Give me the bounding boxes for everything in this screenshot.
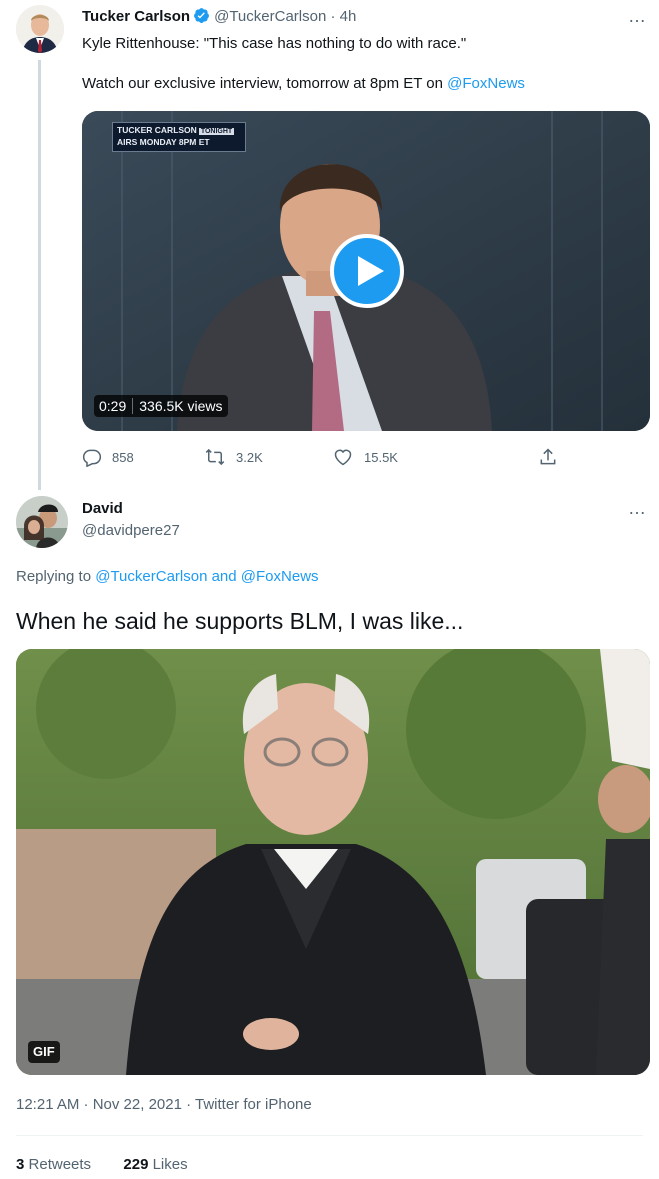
reply-count: 858 — [112, 449, 134, 465]
replying-and: and — [207, 568, 241, 585]
separator: · — [330, 8, 336, 25]
video-player[interactable] — [82, 111, 650, 431]
reply-text: When he said he supports BLM, I was like… — [16, 608, 464, 634]
tweet-text-line-1: Kyle Rittenhouse: "This case has nothing… — [82, 35, 467, 52]
retweet-action[interactable]: 3.2K — [204, 447, 263, 467]
tweet-time[interactable]: 4h — [340, 8, 357, 25]
show-badge: TUCKER CARLSON TONIGHT AIRS MONDAY 8PM ET — [112, 122, 246, 152]
mention-link[interactable]: @FoxNews — [447, 75, 525, 92]
author-name[interactable]: Tucker Carlson — [82, 8, 190, 25]
tucker-avatar-image — [16, 5, 64, 53]
verified-badge-icon — [193, 7, 210, 30]
show-badge-title: TUCKER CARLSON — [117, 125, 197, 135]
retweets-stat[interactable]: 3 Retweets — [16, 1156, 91, 1173]
replying-to: Replying to @TuckerCarlson and @FoxNews — [16, 568, 319, 585]
retweet-total: 3 — [16, 1156, 25, 1173]
like-count: 15.5K — [364, 449, 398, 465]
author-name[interactable]: David — [82, 500, 123, 517]
video-stats-divider — [132, 398, 134, 414]
gif-frame — [16, 649, 650, 1075]
like-action[interactable]: 15.5K — [332, 447, 398, 467]
more-icon[interactable]: … — [628, 6, 647, 27]
show-badge-airs: AIRS MONDAY 8PM ET — [117, 137, 210, 147]
show-badge-tonight: TONIGHT — [198, 128, 235, 135]
gif-media[interactable] — [16, 649, 650, 1075]
share-action[interactable] — [538, 447, 558, 467]
more-icon[interactable]: … — [628, 498, 647, 519]
avatar[interactable] — [16, 496, 68, 548]
video-duration: 0:29 — [99, 398, 127, 414]
retweet-icon — [205, 448, 225, 466]
play-icon[interactable] — [330, 234, 404, 308]
engagement-stats: 3 Retweets 229 Likes — [16, 1156, 188, 1173]
thread-line — [38, 60, 41, 490]
replying-prefix: Replying to — [16, 568, 96, 585]
avatar[interactable] — [16, 5, 64, 53]
reply-icon — [82, 449, 102, 467]
retweet-label: Retweets — [28, 1156, 92, 1173]
like-icon — [334, 449, 352, 466]
author-handle[interactable]: @davidpere27 — [82, 522, 180, 539]
share-icon — [540, 448, 556, 465]
video-stats: 0:29 336.5K views — [94, 395, 228, 417]
author-handle[interactable]: @TuckerCarlson — [214, 8, 326, 25]
like-total: 229 — [123, 1156, 149, 1173]
gif-badge: GIF — [28, 1041, 60, 1063]
retweet-count: 3.2K — [236, 449, 263, 465]
tweet-header: Tucker Carlson @TuckerCarlson · 4h — [82, 7, 356, 30]
david-avatar-image — [16, 496, 68, 548]
tweet-text-line-2: Watch our exclusive interview, tomorrow … — [82, 74, 642, 94]
divider — [16, 1135, 643, 1136]
tweet-meta[interactable]: 12:21 AM · Nov 22, 2021 · Twitter for iP… — [16, 1096, 312, 1113]
parent-tweet[interactable]: Tucker Carlson @TuckerCarlson · 4h … Kyle… — [0, 0, 659, 490]
likes-stat[interactable]: 229 Likes — [123, 1156, 187, 1173]
video-views: 336.5K views — [139, 398, 223, 414]
tweet-text: Kyle Rittenhouse: "This case has nothing… — [82, 34, 642, 94]
mention-link-tucker[interactable]: @TuckerCarlson — [95, 568, 207, 585]
reply-action[interactable]: 858 — [82, 447, 134, 467]
like-label: Likes — [152, 1156, 188, 1173]
tweet-text-prefix: Watch our exclusive interview, tomorrow … — [82, 75, 448, 92]
mention-link-foxnews[interactable]: @FoxNews — [241, 568, 319, 585]
